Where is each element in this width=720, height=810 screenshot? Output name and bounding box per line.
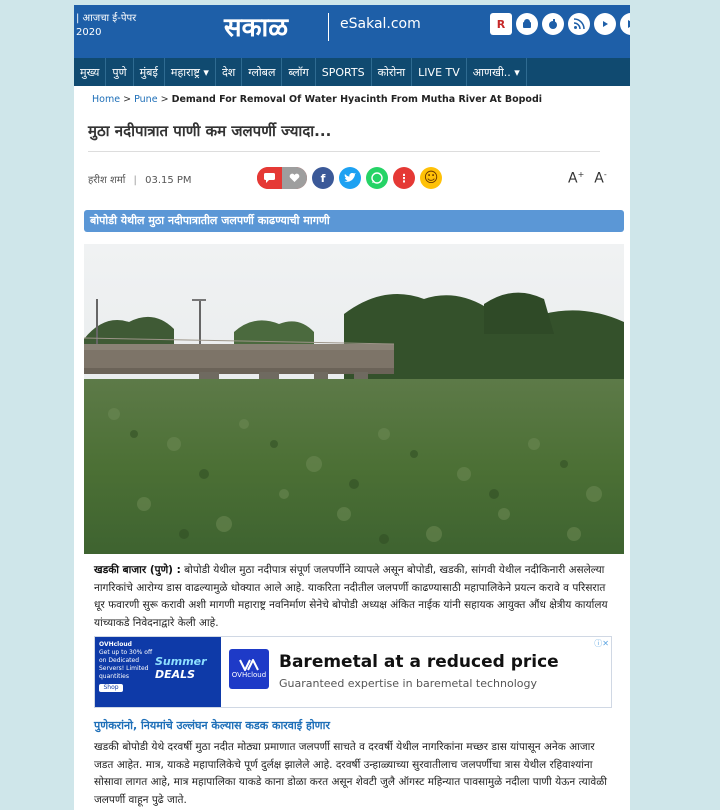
article-page: | आजचा ई-पेपर 2020 सकाळ eSakal.com R मुख… bbox=[74, 5, 630, 810]
breadcrumb-current: Demand For Removal Of Water Hyacinth Fro… bbox=[171, 94, 543, 105]
article-headline: मुठा नदीपात्रात पाणी कम जलपर्णी ज्यादा..… bbox=[88, 122, 332, 140]
font-size-controls: A+ A- bbox=[568, 170, 607, 187]
nav-item-mumbai[interactable]: मुंबई bbox=[134, 58, 165, 86]
related-link[interactable]: पुणेकरांनो, नियमांचे उल्लंघन केल्यास कडक… bbox=[94, 718, 330, 733]
breadcrumb-home[interactable]: Home bbox=[92, 94, 120, 105]
emoji-icon[interactable]: ☺ bbox=[420, 167, 442, 189]
nav-item-desh[interactable]: देश bbox=[216, 58, 243, 86]
ad-deals: DEALS bbox=[155, 668, 196, 681]
article-paragraph-2: खडकी बोपोडी येथे दरवर्षी मुठा नदीत मोठ्य… bbox=[94, 741, 607, 806]
r-icon[interactable]: R bbox=[490, 13, 512, 35]
nav-item-corona[interactable]: कोरोना bbox=[372, 58, 413, 86]
header-year: 2020 bbox=[76, 27, 102, 38]
ad-summer-deals: Summer DEALS bbox=[155, 655, 207, 681]
ad-title[interactable]: Baremetal at a reduced price bbox=[279, 652, 559, 672]
article-paragraph-1: खडकी बाजार (पुणे) : बोपोडी येथील मुठा नद… bbox=[94, 562, 614, 632]
social-icons: R bbox=[490, 13, 630, 35]
ad-brand-small: OVHcloud bbox=[99, 641, 132, 648]
author-name[interactable]: हरीश शर्मा bbox=[88, 175, 125, 186]
sakal-logo[interactable]: सकाळ bbox=[224, 8, 288, 44]
comment-like-pill[interactable] bbox=[257, 167, 307, 189]
ad-subtitle: Guaranteed expertise in baremetal techno… bbox=[279, 677, 537, 690]
article-photo bbox=[84, 244, 624, 554]
nav-item-pune[interactable]: पुणे bbox=[106, 58, 134, 86]
ad-promo-text: OVHcloud Get up to 30% off on Dedicated … bbox=[99, 641, 155, 692]
apple-icon[interactable] bbox=[542, 13, 564, 35]
font-increase-button[interactable]: A+ bbox=[568, 170, 584, 187]
ad-promo-button[interactable]: Shop bbox=[99, 684, 123, 692]
river-bridge-photo bbox=[84, 244, 624, 554]
heart-icon[interactable] bbox=[282, 167, 307, 189]
ad-summer: Summer bbox=[155, 655, 207, 668]
rss-icon[interactable] bbox=[568, 13, 590, 35]
share-bar: f ⋮ ☺ bbox=[257, 167, 442, 189]
epaper-link[interactable]: | आजचा ई-पेपर bbox=[76, 11, 136, 26]
facebook-icon[interactable]: f bbox=[312, 167, 334, 189]
nav-item-live-tv[interactable]: LIVE TV bbox=[412, 58, 467, 86]
adchoices-icon[interactable]: ⓘ✕ bbox=[594, 638, 609, 649]
nav-item-more[interactable]: आणखी.. ▾ bbox=[467, 58, 527, 86]
font-increase-label: A bbox=[568, 170, 578, 187]
font-decrease-label: A bbox=[594, 170, 604, 187]
esakal-link[interactable]: eSakal.com bbox=[340, 16, 421, 32]
ad-promo-copy: Get up to 30% off on Dedicated Servers! … bbox=[99, 649, 153, 680]
youtube-icon[interactable] bbox=[594, 13, 616, 35]
nav-item-global[interactable]: ग्लोबल bbox=[242, 58, 283, 86]
advertisement[interactable]: OVHcloud Get up to 30% off on Dedicated … bbox=[94, 636, 612, 708]
headline-divider bbox=[88, 151, 600, 152]
dateline: खडकी बाजार (पुणे) : bbox=[94, 564, 181, 576]
twitter-icon[interactable] bbox=[339, 167, 361, 189]
byline-sep: | bbox=[133, 175, 137, 186]
more-share-icon[interactable]: ⋮ bbox=[393, 167, 415, 189]
font-decrease-button[interactable]: A- bbox=[594, 170, 606, 187]
whatsapp-icon[interactable] bbox=[366, 167, 388, 189]
nav-item-maharashtra[interactable]: महाराष्ट्र ▾ bbox=[165, 58, 216, 86]
breadcrumb-sep: > bbox=[160, 94, 169, 105]
logo-divider bbox=[328, 13, 329, 41]
breadcrumb-sep: > bbox=[123, 94, 132, 105]
ad-logo-text: OVHcloud bbox=[231, 671, 267, 679]
byline: हरीश शर्मा | 03.15 PM bbox=[88, 172, 192, 186]
play-icon[interactable] bbox=[620, 13, 630, 35]
article-subhead: बोपोडी येथील मुठा नदीपात्रातील जलपर्णी क… bbox=[84, 210, 624, 232]
android-icon[interactable] bbox=[516, 13, 538, 35]
nav-item-sports[interactable]: SPORTS bbox=[316, 58, 372, 86]
publish-time: 03.15 PM bbox=[145, 175, 192, 186]
breadcrumb-pune[interactable]: Pune bbox=[134, 94, 157, 105]
main-nav: मुख्य पुणे मुंबई महाराष्ट्र ▾ देश ग्लोबल… bbox=[74, 58, 630, 86]
comment-icon[interactable] bbox=[257, 167, 282, 189]
ad-promo-panel[interactable]: OVHcloud Get up to 30% off on Dedicated … bbox=[95, 637, 221, 707]
nav-item-main[interactable]: मुख्य bbox=[74, 58, 107, 86]
site-header: | आजचा ई-पेपर 2020 सकाळ eSakal.com R bbox=[74, 5, 630, 58]
nav-item-blog[interactable]: ब्लॉग bbox=[282, 58, 316, 86]
ovhcloud-logo[interactable]: OVHcloud bbox=[229, 649, 269, 689]
breadcrumb: Home > Pune > Demand For Removal Of Wate… bbox=[92, 94, 542, 105]
